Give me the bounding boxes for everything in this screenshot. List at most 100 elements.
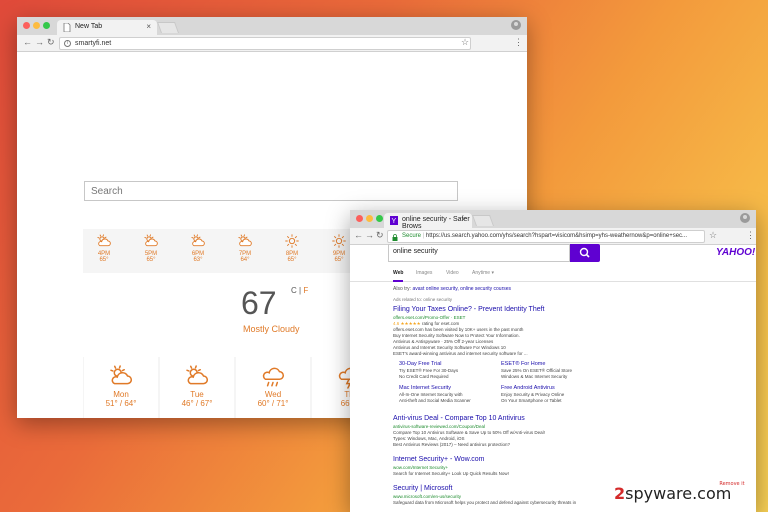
reload-icon[interactable]: ↻ bbox=[376, 230, 384, 241]
day-temps: 46° / 67° bbox=[181, 399, 213, 408]
partly-cloudy-icon bbox=[186, 365, 209, 385]
profile-icon[interactable] bbox=[511, 20, 521, 30]
sitelink-title[interactable]: ESET® For Home bbox=[501, 361, 601, 368]
hour-temp: 63° bbox=[193, 257, 203, 263]
sitelink-title[interactable]: 30-Day Free Trial bbox=[399, 361, 499, 368]
sitelink: 30-Day Free Trial Try ESET® Free For 30-… bbox=[399, 361, 499, 380]
info-icon[interactable]: i bbox=[64, 40, 71, 47]
sitelink-desc: No Credit Card Required bbox=[399, 374, 449, 379]
tab-new-tab[interactable]: New Tab × bbox=[57, 20, 157, 35]
search-result: Internet Security+ - Wow.com wow.com/Int… bbox=[393, 456, 693, 477]
browser-window-yahoo: Y online security - Safer Brows × ← → ↻ … bbox=[350, 210, 756, 512]
tab-yahoo-search[interactable]: Y online security - Safer Brows × bbox=[384, 213, 472, 230]
page-icon bbox=[63, 23, 71, 32]
tab-strip: New Tab × bbox=[17, 17, 527, 35]
bookmark-star-icon[interactable]: ☆ bbox=[461, 37, 469, 48]
watermark-two: 2 bbox=[614, 484, 626, 503]
tab-images[interactable]: Images bbox=[416, 270, 432, 276]
close-window-button[interactable] bbox=[23, 22, 30, 29]
result-title[interactable]: Internet Security+ - Wow.com bbox=[393, 456, 693, 465]
back-icon[interactable]: ← bbox=[23, 37, 32, 47]
menu-icon[interactable]: ⋮ bbox=[746, 230, 755, 241]
close-tab-icon[interactable]: × bbox=[461, 215, 466, 224]
url-text: smartyfi.net bbox=[75, 40, 112, 47]
hourly-item: 6PM 63° bbox=[183, 233, 213, 263]
sun-icon bbox=[285, 234, 299, 248]
also-try-label: Also try: bbox=[393, 286, 412, 292]
address-bar[interactable]: i smartyfi.net bbox=[59, 37, 471, 50]
result-title[interactable]: Anti-virus Deal - Compare Top 10 Antivir… bbox=[393, 415, 693, 424]
tab-strip: Y online security - Safer Brows × bbox=[350, 210, 756, 230]
toolbar: ← → ↻ i smartyfi.net ☆ ⋮ bbox=[17, 35, 527, 52]
yahoo-logo[interactable]: YAHOO! bbox=[716, 247, 755, 258]
hourly-item: 8PM 65° bbox=[277, 233, 307, 263]
forward-icon[interactable]: → bbox=[365, 230, 374, 240]
menu-icon[interactable]: ⋮ bbox=[514, 37, 523, 48]
sitelink-desc: On Your Smartphone or Tablet bbox=[501, 398, 562, 403]
also-try-links[interactable]: avast online security, online security c… bbox=[412, 286, 511, 292]
new-tab-button[interactable] bbox=[156, 22, 180, 33]
yahoo-favicon-icon: Y bbox=[390, 216, 398, 225]
partly-cloudy-icon bbox=[238, 234, 252, 247]
search-input[interactable]: Search bbox=[84, 181, 458, 201]
minimize-window-button[interactable] bbox=[366, 215, 373, 222]
result-title[interactable]: Filing Your Taxes Online? - Prevent Iden… bbox=[393, 306, 693, 315]
rain-icon bbox=[262, 367, 285, 387]
tab-video[interactable]: Video bbox=[446, 270, 459, 276]
toolbar: ← → ↻ Secure | https://us.search.yahoo.c… bbox=[350, 228, 756, 245]
tab-anytime[interactable]: Anytime ▾ bbox=[472, 270, 494, 276]
new-tab-button[interactable] bbox=[471, 215, 495, 226]
watermark-logo: 2spyware.comRemove it bbox=[614, 480, 757, 503]
secure-label: Secure bbox=[402, 233, 422, 239]
fahrenheit-toggle[interactable]: F bbox=[303, 286, 308, 295]
profile-icon[interactable] bbox=[740, 213, 750, 223]
search-tabs: Web Images Video Anytime ▾ bbox=[350, 268, 756, 282]
maximize-window-button[interactable] bbox=[376, 215, 383, 222]
bookmark-star-icon[interactable]: ☆ bbox=[709, 230, 717, 241]
day-name: Mon bbox=[113, 390, 129, 399]
watermark-sup: Remove it bbox=[719, 480, 745, 487]
unit-separator: | bbox=[299, 286, 302, 295]
results-list: Also try: avast online security, online … bbox=[393, 286, 693, 506]
search-result: Anti-virus Deal - Compare Top 10 Antivir… bbox=[393, 415, 693, 448]
star-rating: 4.6 ★★★★★ bbox=[393, 321, 421, 326]
search-icon bbox=[579, 247, 590, 258]
sitelink-desc: Windows & Mac Internet Security bbox=[501, 374, 568, 379]
unit-toggle[interactable]: C | F bbox=[291, 286, 308, 295]
lock-icon bbox=[392, 234, 398, 241]
close-window-button[interactable] bbox=[356, 215, 363, 222]
hour-temp: 65° bbox=[287, 257, 297, 263]
svg-text:Y: Y bbox=[392, 218, 397, 225]
partly-cloudy-icon bbox=[110, 365, 133, 385]
sitelink: ESET® For Home Save 25% On ESET® Officia… bbox=[501, 361, 601, 380]
day-temps: 51° / 64° bbox=[105, 399, 137, 408]
day-temps: 60° / 71° bbox=[257, 399, 289, 408]
hourly-item: 5PM 65° bbox=[136, 233, 166, 263]
sitelink: Mac Internet Security All-In-One Interne… bbox=[399, 385, 499, 404]
forward-icon[interactable]: → bbox=[35, 37, 44, 47]
partly-cloudy-icon bbox=[97, 234, 111, 247]
celsius-toggle[interactable]: C bbox=[291, 286, 297, 295]
sitelink-title[interactable]: Free Android Antivirus bbox=[501, 385, 601, 392]
daily-item: Wed 60° / 71° bbox=[236, 357, 310, 418]
ads-label: Ads related to: online security bbox=[393, 297, 453, 302]
hour-temp: 65° bbox=[146, 257, 156, 263]
search-result: Filing Your Taxes Online? - Prevent Iden… bbox=[393, 306, 693, 409]
maximize-window-button[interactable] bbox=[43, 22, 50, 29]
url-text: https://us.search.yahoo.com/yhs/search?h… bbox=[425, 233, 688, 239]
result-line: rating for eset.com bbox=[421, 321, 460, 326]
minimize-window-button[interactable] bbox=[33, 22, 40, 29]
partly-cloudy-icon bbox=[144, 234, 158, 247]
tab-web[interactable]: Web bbox=[393, 270, 404, 282]
search-input[interactable]: online security bbox=[388, 244, 570, 262]
sitelink-desc: Anti-theft and Social Media Scanner bbox=[399, 398, 471, 403]
search-button[interactable] bbox=[570, 244, 600, 262]
address-bar[interactable]: Secure | https://us.search.yahoo.com/yhs… bbox=[387, 230, 705, 243]
sitelink-title[interactable]: Mac Internet Security bbox=[399, 385, 499, 392]
also-try: Also try: avast online security, online … bbox=[393, 286, 693, 297]
close-tab-icon[interactable]: × bbox=[146, 22, 151, 31]
back-icon[interactable]: ← bbox=[354, 230, 363, 240]
sun-icon bbox=[332, 234, 346, 248]
reload-icon[interactable]: ↻ bbox=[47, 37, 55, 48]
partly-cloudy-icon bbox=[191, 234, 205, 247]
